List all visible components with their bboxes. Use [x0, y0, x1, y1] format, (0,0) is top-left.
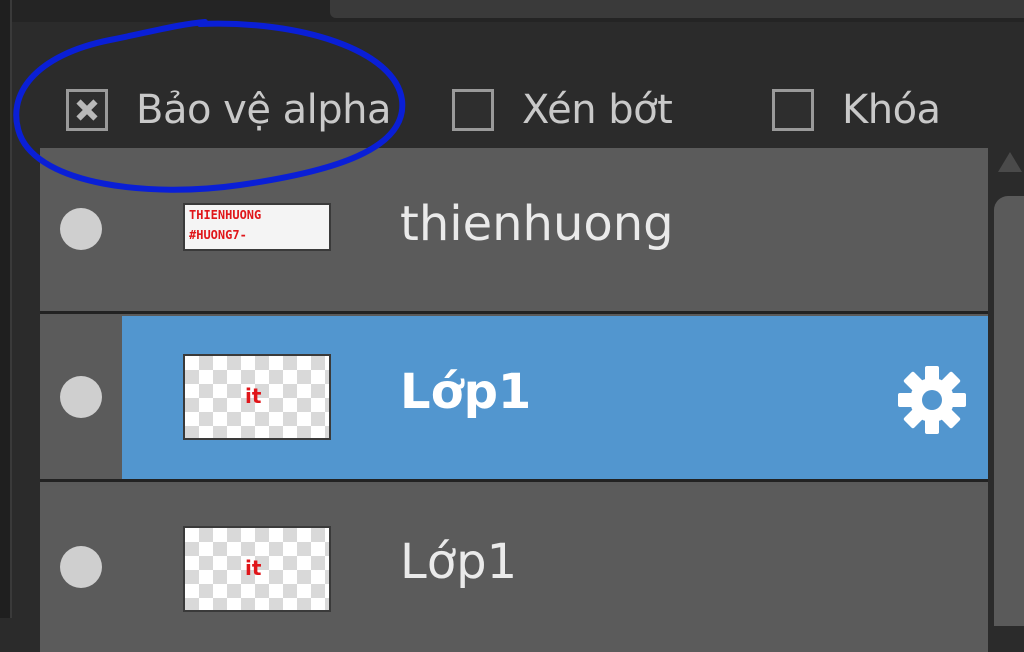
- gear-icon[interactable]: [896, 364, 968, 436]
- layer-list: THIENHUONG #HUONG7- thienhuong it Lớp1 i…: [40, 148, 988, 652]
- clip-label: Xén bớt: [522, 87, 673, 133]
- visibility-toggle-icon[interactable]: [60, 208, 102, 250]
- thumbnail-text: #HUONG7-: [189, 228, 247, 242]
- left-panel-edge: [0, 0, 12, 618]
- thumbnail-mark: it: [245, 556, 262, 580]
- layer-thumbnail: it: [183, 526, 331, 612]
- layer-name: Lớp1: [400, 534, 518, 590]
- lock-option[interactable]: Khóa: [772, 82, 941, 138]
- layer-name: Lớp1: [400, 364, 532, 420]
- top-panel-strip: [0, 0, 1024, 22]
- layer-row[interactable]: it Lớp1: [40, 486, 988, 652]
- panel-tab-area: [330, 0, 1024, 18]
- alpha-protect-label: Bảo vệ alpha: [136, 87, 392, 133]
- clip-option[interactable]: Xén bớt: [452, 82, 673, 138]
- thumbnail-mark: it: [245, 384, 262, 408]
- scrollbar[interactable]: [988, 148, 1024, 626]
- visibility-toggle-icon[interactable]: [60, 376, 102, 418]
- lock-checkbox[interactable]: [772, 89, 814, 131]
- layer-thumbnail: it: [183, 354, 331, 440]
- visibility-toggle-icon[interactable]: [60, 546, 102, 588]
- clip-checkbox[interactable]: [452, 89, 494, 131]
- layer-row-selected[interactable]: it Lớp1: [40, 316, 988, 482]
- layer-name: thienhuong: [400, 196, 674, 252]
- layer-thumbnail: THIENHUONG #HUONG7-: [183, 203, 331, 251]
- scroll-up-icon[interactable]: [998, 152, 1022, 172]
- lock-label: Khóa: [842, 87, 941, 133]
- alpha-protect-option[interactable]: Bảo vệ alpha: [66, 82, 392, 138]
- scrollbar-track[interactable]: [994, 196, 1024, 626]
- layer-options-bar: Bảo vệ alpha Xén bớt Khóa: [14, 22, 1024, 148]
- thumbnail-text: THIENHUONG: [189, 208, 262, 222]
- layer-row[interactable]: THIENHUONG #HUONG7- thienhuong: [40, 148, 988, 314]
- alpha-protect-checkbox[interactable]: [66, 89, 108, 131]
